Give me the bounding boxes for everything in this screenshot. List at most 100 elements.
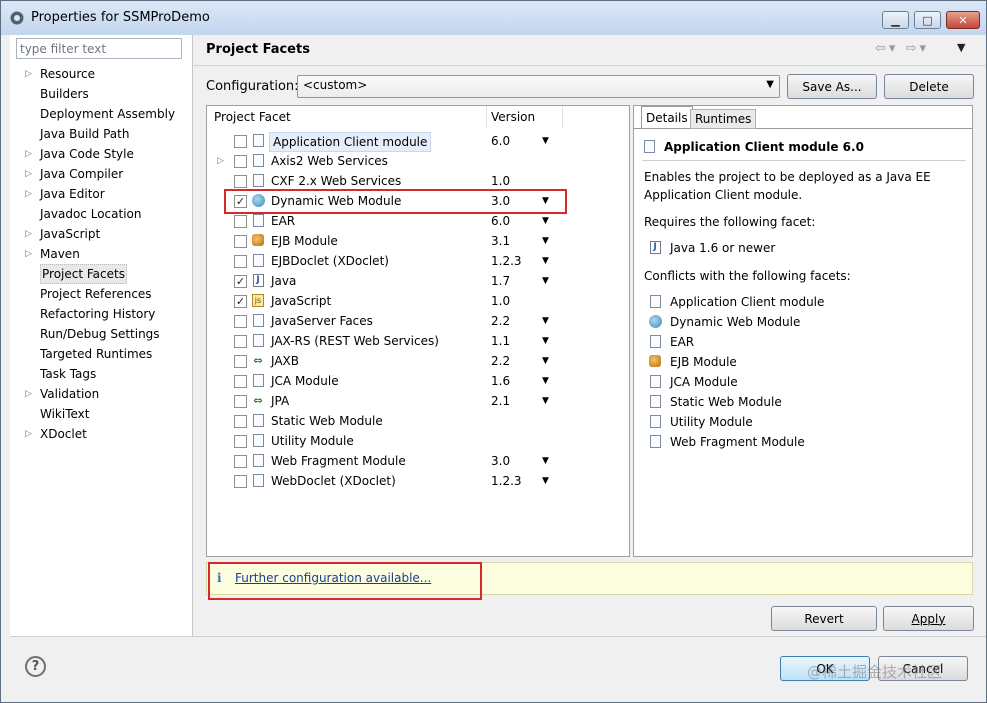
expand-arrow-icon[interactable]: ▷	[25, 184, 35, 204]
forward-icon[interactable]: ⇨▾	[906, 41, 929, 56]
sidebar-item[interactable]: Run/Debug Settings	[10, 324, 193, 344]
sidebar-item[interactable]: ▷ XDoclet	[10, 424, 193, 444]
doc-icon	[251, 334, 265, 348]
maximize-button[interactable]: □	[914, 11, 941, 29]
facet-row[interactable]: JAX-RS (REST Web Services) 1.1 ▼	[207, 331, 629, 351]
facet-row[interactable]: Utility Module	[207, 431, 629, 451]
facet-row[interactable]: JCA Module 1.6 ▼	[207, 371, 629, 391]
sidebar-item[interactable]: ▷ Java Editor	[10, 184, 193, 204]
facet-checkbox[interactable]	[234, 355, 247, 368]
sidebar-item[interactable]: Targeted Runtimes	[10, 344, 193, 364]
help-icon[interactable]: ?	[25, 656, 46, 677]
view-menu-icon[interactable]: ▼	[957, 41, 965, 54]
facet-checkbox[interactable]: ✓	[234, 295, 247, 308]
expand-arrow-icon[interactable]: ▷	[25, 144, 35, 164]
facet-checkbox[interactable]	[234, 255, 247, 268]
facet-checkbox[interactable]	[234, 315, 247, 328]
expand-arrow-icon[interactable]: ▷	[25, 64, 35, 84]
sidebar-item-label: Java Compiler	[40, 167, 124, 181]
facet-row[interactable]: JavaServer Faces 2.2 ▼	[207, 311, 629, 331]
expand-arrow-icon[interactable]: ▷	[25, 384, 35, 404]
chevron-down-icon: ▼	[766, 79, 774, 90]
close-button[interactable]: ✕	[946, 11, 980, 29]
facet-row[interactable]: CXF 2.x Web Services 1.0	[207, 171, 629, 191]
sidebar-item[interactable]: ▷ Java Code Style	[10, 144, 193, 164]
facet-checkbox[interactable]	[234, 395, 247, 408]
details-list-label: JCA Module	[670, 375, 738, 389]
version-dropdown-icon[interactable]: ▼	[542, 331, 549, 351]
version-dropdown-icon[interactable]: ▼	[542, 211, 549, 231]
sidebar-item[interactable]: Project Facets	[10, 264, 193, 284]
sidebar-item[interactable]: ▷ JavaScript	[10, 224, 193, 244]
expand-arrow-icon[interactable]: ▷	[25, 164, 35, 184]
sidebar-item[interactable]: ▷ Java Compiler	[10, 164, 193, 184]
facet-checkbox[interactable]	[234, 235, 247, 248]
facet-row[interactable]: ▷ Axis2 Web Services	[207, 151, 629, 171]
facet-row[interactable]: ⇔ JPA 2.1 ▼	[207, 391, 629, 411]
bottom-divider	[10, 636, 986, 637]
save-as-button[interactable]: Save As...	[787, 74, 877, 99]
facet-checkbox[interactable]	[234, 335, 247, 348]
facet-row[interactable]: ✓ js JavaScript 1.0	[207, 291, 629, 311]
apply-button[interactable]: Apply	[883, 606, 974, 631]
sidebar-item[interactable]: Builders	[10, 84, 193, 104]
sidebar-item[interactable]: Javadoc Location	[10, 204, 193, 224]
filter-input[interactable]	[16, 38, 182, 59]
back-forward-arrows[interactable]: ⇦▾ ⇨▾	[875, 41, 929, 56]
sidebar-item[interactable]: WikiText	[10, 404, 193, 424]
version-dropdown-icon[interactable]: ▼	[542, 371, 549, 391]
expand-arrow-icon[interactable]: ▷	[25, 244, 35, 264]
facet-checkbox[interactable]	[234, 135, 247, 148]
expand-arrow-icon[interactable]: ▷	[25, 424, 35, 444]
facet-row[interactable]: ⇔ JAXB 2.2 ▼	[207, 351, 629, 371]
delete-button[interactable]: Delete	[884, 74, 974, 99]
version-dropdown-icon[interactable]: ▼	[542, 451, 549, 471]
version-dropdown-icon[interactable]: ▼	[542, 251, 549, 271]
minimize-button[interactable]: ▁	[882, 11, 909, 29]
facet-row[interactable]: Static Web Module	[207, 411, 629, 431]
facet-row[interactable]: EAR 6.0 ▼	[207, 211, 629, 231]
facet-checkbox[interactable]: ✓	[234, 275, 247, 288]
facet-row[interactable]: Application Client module 6.0 ▼	[207, 131, 629, 152]
facet-row[interactable]: ✓ J Java 1.7 ▼	[207, 271, 629, 291]
facet-row[interactable]: EJB Module 3.1 ▼	[207, 231, 629, 251]
sidebar-item[interactable]: Project References	[10, 284, 193, 304]
facet-checkbox[interactable]	[234, 435, 247, 448]
version-dropdown-icon[interactable]: ▼	[542, 391, 549, 411]
back-icon[interactable]: ⇦▾	[875, 41, 898, 56]
version-dropdown-icon[interactable]: ▼	[542, 271, 549, 291]
sidebar-item[interactable]: Deployment Assembly	[10, 104, 193, 124]
facet-row[interactable]: WebDoclet (XDoclet) 1.2.3 ▼	[207, 471, 629, 491]
facet-name: Utility Module	[271, 434, 354, 448]
column-header-version[interactable]: Version	[487, 106, 563, 128]
facet-row[interactable]: Web Fragment Module 3.0 ▼	[207, 451, 629, 471]
facet-checkbox[interactable]	[234, 455, 247, 468]
sidebar-item[interactable]: Refactoring History	[10, 304, 193, 324]
facet-checkbox[interactable]	[234, 155, 247, 168]
sidebar-item[interactable]: ▷ Maven	[10, 244, 193, 264]
version-dropdown-icon[interactable]: ▼	[542, 231, 549, 251]
sidebar-item[interactable]: Task Tags	[10, 364, 193, 384]
facet-name: Java	[271, 274, 297, 288]
version-dropdown-icon[interactable]: ▼	[542, 311, 549, 331]
tab-runtimes[interactable]: Runtimes	[690, 109, 757, 129]
expand-arrow-icon[interactable]: ▷	[217, 151, 224, 171]
revert-button[interactable]: Revert	[771, 606, 877, 631]
facet-checkbox[interactable]	[234, 415, 247, 428]
facet-checkbox[interactable]	[234, 175, 247, 188]
configuration-select[interactable]: <custom> ▼	[297, 75, 780, 98]
sidebar-item[interactable]: ▷ Resource	[10, 64, 193, 84]
version-dropdown-icon[interactable]: ▼	[542, 131, 549, 151]
facet-checkbox[interactable]	[234, 375, 247, 388]
version-dropdown-icon[interactable]: ▼	[542, 471, 549, 491]
expand-arrow-icon[interactable]: ▷	[25, 224, 35, 244]
version-dropdown-icon[interactable]: ▼	[542, 351, 549, 371]
facet-checkbox[interactable]	[234, 215, 247, 228]
facet-checkbox[interactable]	[234, 475, 247, 488]
facet-row[interactable]: EJBDoclet (XDoclet) 1.2.3 ▼	[207, 251, 629, 271]
sidebar-item[interactable]: ▷ Validation	[10, 384, 193, 404]
tab-details[interactable]: Details	[641, 106, 693, 128]
column-header-facet[interactable]: Project Facet	[207, 106, 487, 128]
left-navigation-pane: ▷ Resource Builders Deployment Assembly Java…	[10, 35, 193, 636]
sidebar-item[interactable]: Java Build Path	[10, 124, 193, 144]
